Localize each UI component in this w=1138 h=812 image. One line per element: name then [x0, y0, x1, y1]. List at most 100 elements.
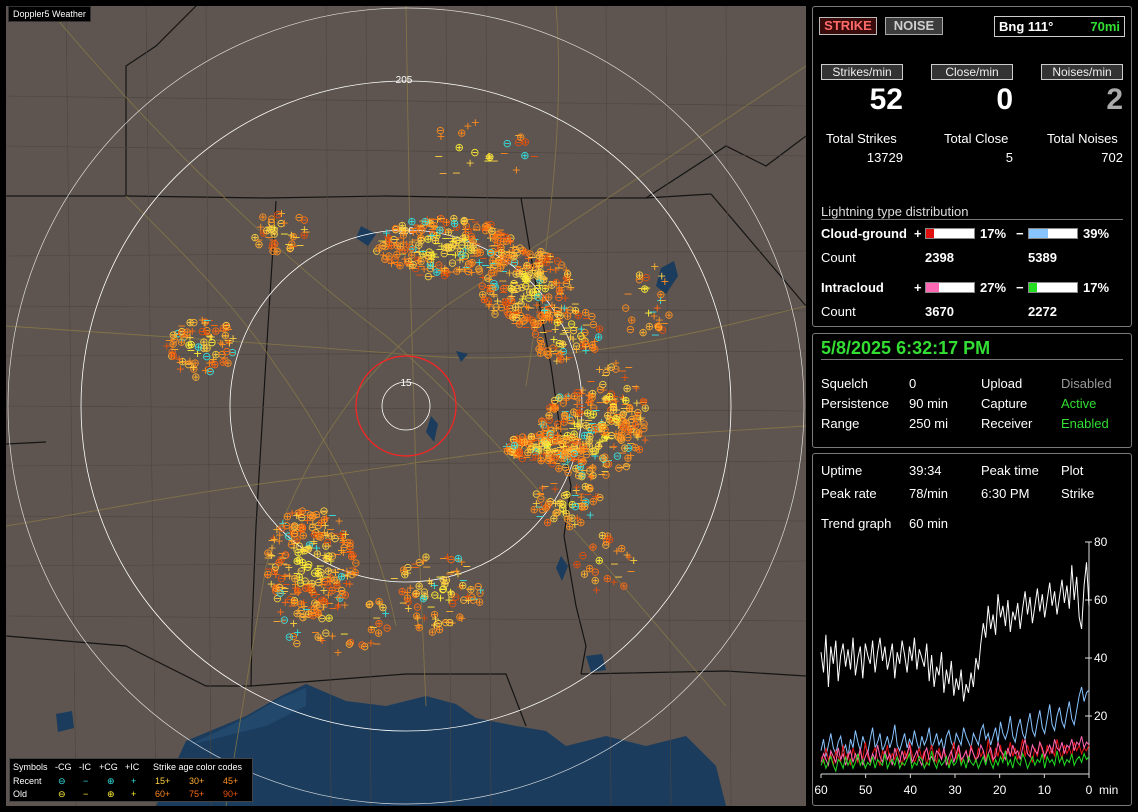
- strike-marker: ⊕: [400, 568, 409, 581]
- y-tick-label: 80: [1094, 535, 1108, 549]
- strike-marker: ⊖: [202, 350, 211, 363]
- strike-marker: +: [280, 216, 289, 229]
- legend-code-30: 30+: [189, 776, 205, 786]
- strike-marker: ⊖: [614, 461, 623, 474]
- strike-marker: −: [642, 282, 651, 295]
- strike-marker: +: [317, 578, 326, 591]
- ic-positive-count: 3670: [925, 304, 954, 319]
- strike-marker: −: [571, 489, 580, 502]
- capture-value: Active: [1061, 396, 1097, 411]
- strike-marker: +: [453, 568, 462, 581]
- bearing-display[interactable]: Bng 111° 70mi: [994, 16, 1125, 37]
- strike-marker: +: [550, 482, 559, 495]
- strike-marker: ⊕: [654, 321, 663, 334]
- strike-marker: ⊖: [585, 464, 594, 477]
- legend-code-15: 15+: [155, 776, 171, 786]
- y-tick-label: 40: [1094, 651, 1108, 665]
- strike-marker: +: [442, 215, 451, 228]
- strike-marker: ⊕: [617, 542, 626, 555]
- strike-marker: ⊕: [603, 409, 612, 422]
- strike-marker: ⊖: [474, 580, 483, 593]
- strike-marker: −: [545, 255, 554, 268]
- noises-per-min-label: Noises/min: [1041, 64, 1123, 80]
- cg-positive-bar: [925, 228, 975, 239]
- range-rings: [7, 7, 805, 805]
- strike-marker: −: [372, 612, 381, 625]
- map-canvas[interactable]: 205 110 15 ++⊖⊖−−⊕ ++⊕+ ⊖−++⊖⊕⊕⊕ −⊕⊖⊖−⊕⊕+−−…: [6, 6, 806, 806]
- receiver-label: Receiver: [981, 416, 1033, 431]
- strike-marker: ⊕: [638, 326, 647, 339]
- strike-marker: +: [512, 163, 521, 176]
- strike-marker: +: [170, 328, 179, 341]
- strike-marker: +: [291, 578, 300, 591]
- ic-negative-bar: [1028, 282, 1078, 293]
- strike-marker: ⊖: [560, 489, 569, 502]
- strike-marker: +: [559, 415, 568, 428]
- ic-positive-bar: [925, 282, 975, 293]
- capture-label: Capture: [981, 396, 1028, 411]
- strike-marker: +: [612, 410, 621, 423]
- strike-marker: +: [408, 236, 417, 249]
- plot-label: Plot: [1061, 463, 1084, 478]
- strike-marker: ⊕: [508, 311, 517, 324]
- legend-recent-pos-cg: ⊕: [107, 776, 115, 786]
- strike-marker: ⊕: [295, 554, 304, 567]
- state-borders: [6, 6, 806, 727]
- strike-marker: +: [431, 613, 440, 626]
- legend-old-label: Old: [13, 789, 28, 799]
- strike-marker: ⊕: [272, 582, 281, 595]
- ic-plus-sign: +: [914, 280, 922, 295]
- radar-map[interactable]: 205 110 15 + + ⊖ ⊖ − − ⊕ + + ⊕ + ⊖ − + + ⊖ ⊕ ⊕ ⊕ − ⊕ ⊖ ⊖ − ⊕ ⊕ + − −…: [6, 6, 806, 806]
- strike-marker: +: [162, 340, 171, 353]
- legend-recent-pos-ic: +: [131, 776, 137, 786]
- strike-marker: ⊖: [300, 213, 309, 226]
- strike-marker: +: [572, 343, 581, 356]
- strike-marker: ⊕: [589, 495, 598, 508]
- trend-graph-value[interactable]: 60 min: [909, 516, 948, 531]
- trend-panel: Uptime 39:34 Peak time Plot Peak rate 78…: [812, 453, 1132, 806]
- strike-marker: +: [328, 629, 337, 642]
- current-datetime: 5/8/2025 6:32:17 PM: [821, 338, 991, 358]
- legend-code-90: 90+: [223, 789, 239, 799]
- strike-marker: ⊕: [544, 409, 553, 422]
- strike-marker: +: [413, 619, 422, 632]
- cg-minus-sign: −: [1016, 226, 1024, 241]
- strike-marker: −: [452, 167, 461, 180]
- uptime-value: 39:34: [909, 463, 942, 478]
- strike-marker: ⊖: [441, 616, 450, 629]
- strike-marker: −: [390, 572, 399, 585]
- strike-marker: ⊖: [277, 521, 286, 534]
- strike-marker: −: [498, 275, 507, 288]
- strike-marker: −: [530, 150, 539, 163]
- strike-marker: +: [584, 389, 593, 402]
- squelch-value: 0: [909, 376, 917, 391]
- x-tick-label: 0: [1086, 783, 1093, 797]
- strike-marker: +: [326, 555, 335, 568]
- legend-code-45: 45+: [223, 776, 239, 786]
- strike-marker: −: [524, 279, 533, 292]
- plot-value[interactable]: Strike: [1061, 486, 1094, 501]
- strike-marker: +: [484, 299, 493, 312]
- strike-marker: ⊖: [295, 539, 304, 552]
- cg-positive-count: 2398: [925, 250, 954, 265]
- strike-marker: +: [586, 508, 595, 521]
- range-label: Range: [821, 416, 860, 431]
- ic-count-label: Count: [821, 304, 856, 319]
- strike-marker: −: [586, 375, 595, 388]
- legend-old-pos-ic: +: [131, 789, 137, 799]
- close-per-min-label: Close/min: [931, 64, 1013, 80]
- strike-button[interactable]: STRIKE: [819, 17, 877, 35]
- persistence-value: 90 min: [909, 396, 949, 411]
- strike-marker: −: [591, 404, 600, 417]
- noise-button[interactable]: NOISE: [885, 17, 943, 35]
- ic-negative-count: 2272: [1028, 304, 1057, 319]
- strike-marker: −: [302, 226, 311, 239]
- strike-marker: ⊖: [470, 146, 479, 159]
- range-label-outer: 205: [396, 75, 413, 86]
- strike-marker: ⊖: [206, 365, 215, 378]
- strike-marker: +: [611, 427, 620, 440]
- strike-marker: ⊕: [313, 548, 322, 561]
- strike-marker: +: [496, 232, 505, 245]
- strike-marker: ⊕: [585, 562, 594, 575]
- close-per-min-value: 0: [996, 83, 1013, 116]
